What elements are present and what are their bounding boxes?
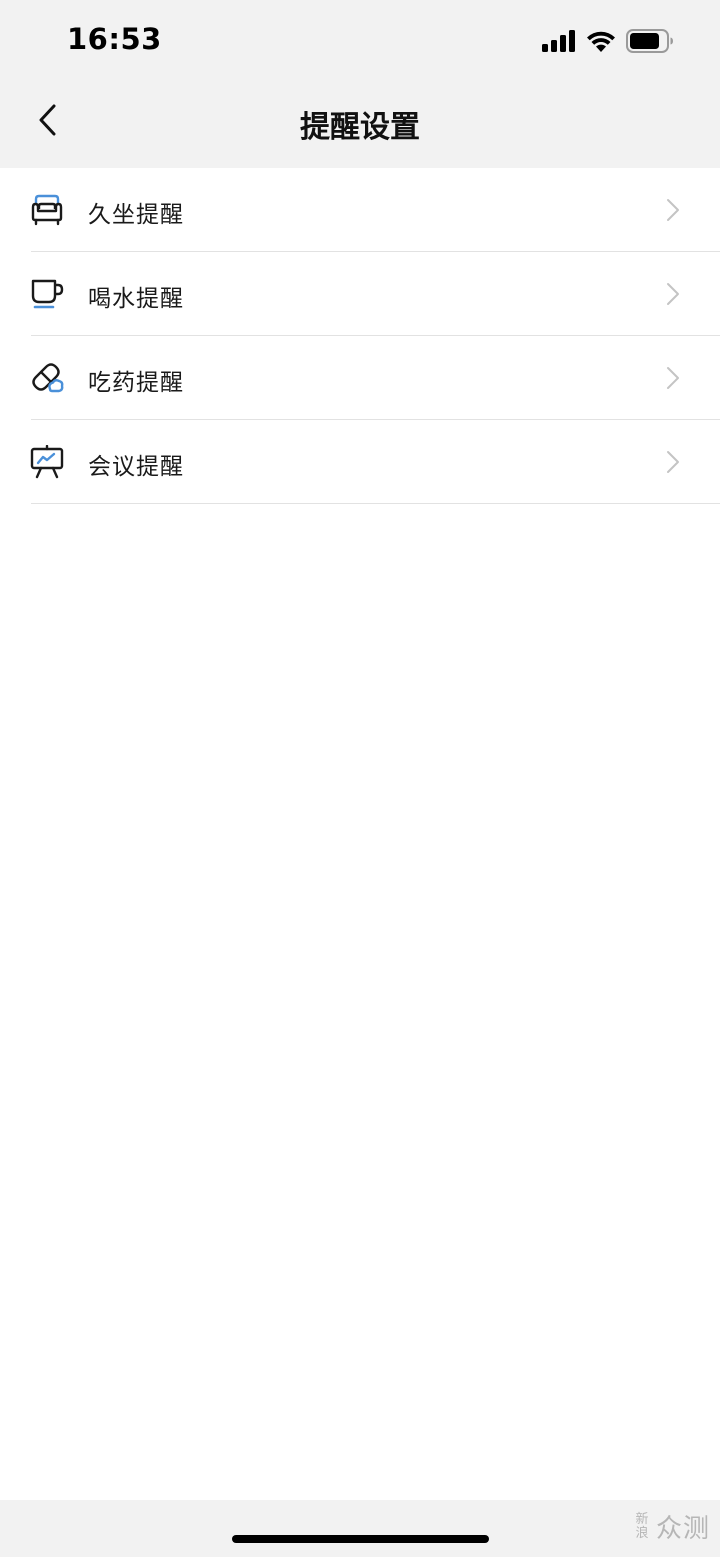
header-area: 16:53 提醒设置 [0, 0, 720, 168]
presentation-board-icon [30, 445, 64, 479]
chevron-right-icon [667, 199, 679, 221]
watermark-big-text: 众测 [655, 1514, 710, 1544]
pill-icon [32, 363, 64, 393]
status-icons [542, 28, 674, 54]
battery-icon [626, 29, 673, 53]
page-title: 提醒设置 [300, 110, 420, 145]
reminder-item-drink-water[interactable]: 喝水提醒 [0, 252, 720, 336]
reminder-label: 喝水提醒 [88, 286, 184, 312]
cup-icon [31, 279, 64, 309]
cellular-signal-icon [542, 30, 575, 52]
reminder-label: 会议提醒 [88, 454, 184, 480]
watermark: 新浪 众测 [634, 1508, 710, 1545]
reminder-item-meeting[interactable]: 会议提醒 [0, 420, 720, 504]
reminder-item-medicine[interactable]: 吃药提醒 [0, 336, 720, 420]
status-bar: 16:53 [0, 0, 720, 80]
status-time: 16:53 [67, 22, 162, 56]
divider [31, 503, 720, 504]
reminder-list: 久坐提醒 喝水提醒 吃药提醒 会议提醒 [0, 168, 720, 504]
chevron-right-icon [667, 451, 679, 473]
chevron-right-icon [667, 367, 679, 389]
reminder-label: 吃药提醒 [88, 370, 184, 396]
home-indicator[interactable] [232, 1535, 489, 1543]
reminder-label: 久坐提醒 [88, 202, 184, 228]
reminder-item-sedentary[interactable]: 久坐提醒 [0, 168, 720, 252]
sofa-icon [31, 194, 63, 226]
bottom-bar: 新浪 众测 [0, 1500, 720, 1557]
watermark-small-text: 新浪 [635, 1511, 649, 1541]
chevron-right-icon [667, 283, 679, 305]
navigation-bar: 提醒设置 [0, 80, 720, 168]
wifi-icon [587, 31, 615, 52]
